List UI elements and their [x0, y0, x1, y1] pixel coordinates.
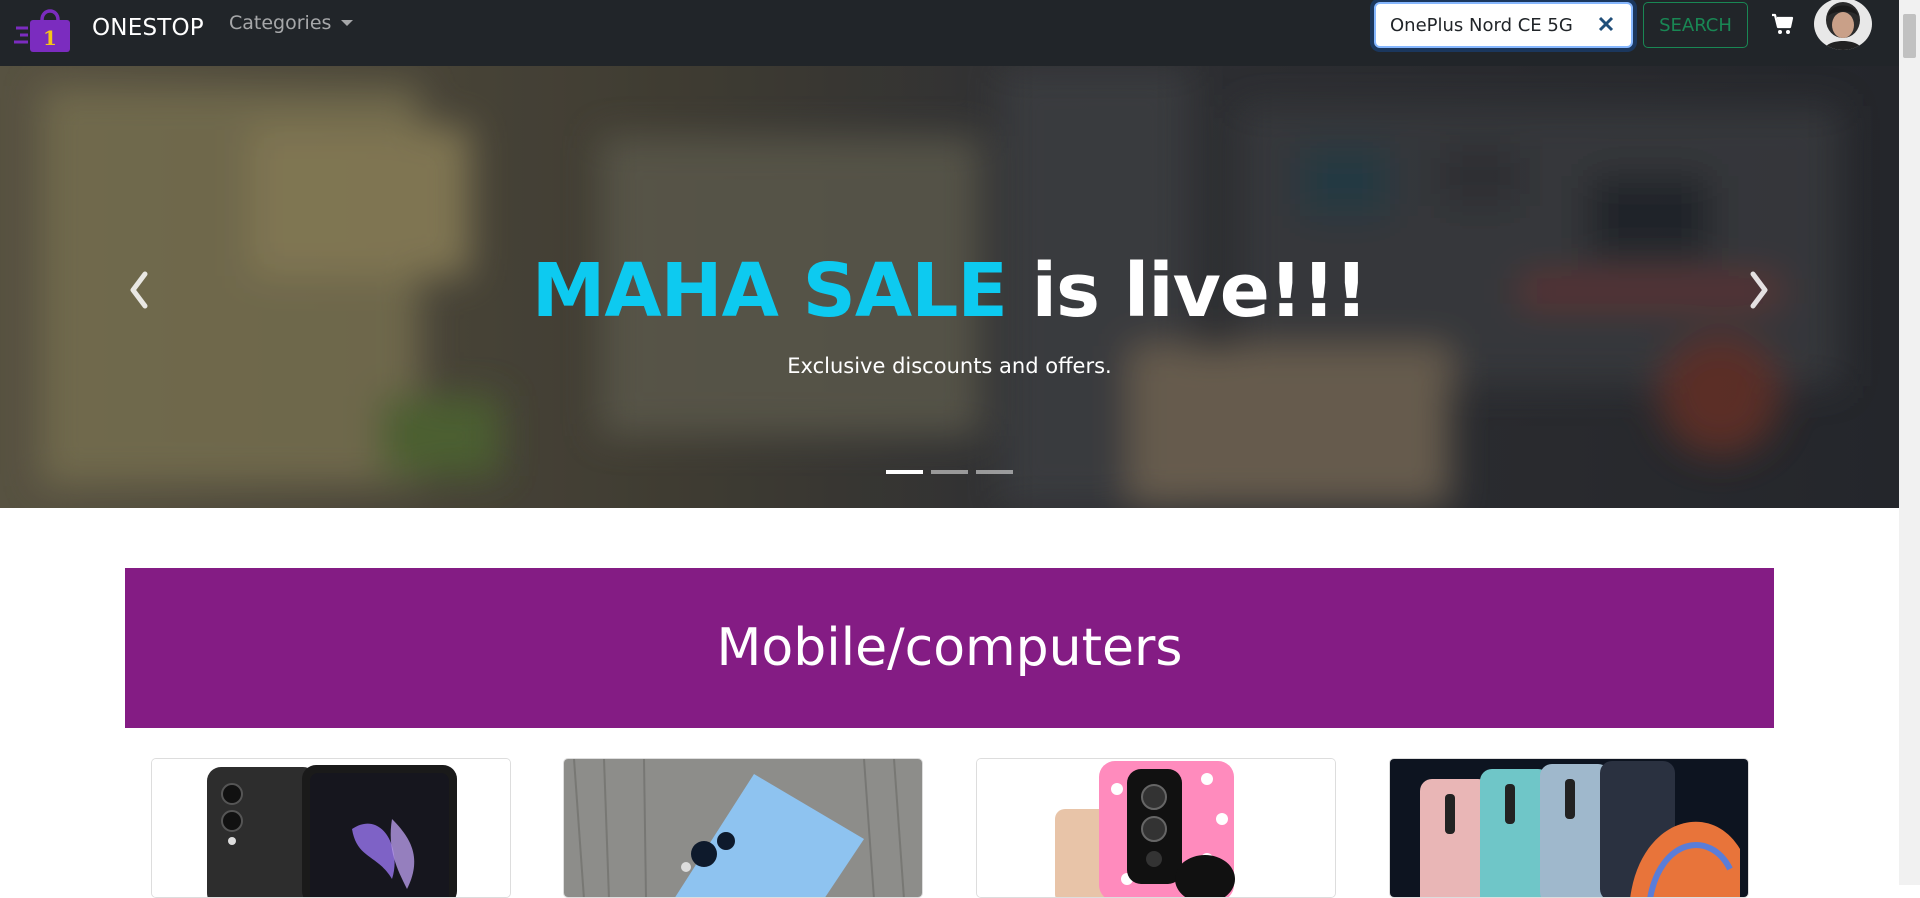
clear-search-icon[interactable] — [1595, 13, 1617, 35]
search-input[interactable] — [1390, 14, 1590, 36]
shopping-bag-logo-icon: 1 — [14, 9, 70, 52]
carousel-indicators — [886, 470, 1021, 474]
hero-title-rest: is live!!! — [1006, 248, 1369, 334]
search-button[interactable]: SEARCH — [1643, 2, 1748, 48]
carousel-indicator-2[interactable] — [931, 470, 968, 474]
scrollbar-thumb[interactable] — [1903, 14, 1916, 58]
hero-title: MAHA SALE is live!!! — [0, 254, 1899, 328]
product-card[interactable] — [151, 758, 511, 898]
avatar-icon — [1814, 0, 1872, 50]
section-title: Mobile/computers — [125, 568, 1774, 728]
page-scrollbar[interactable] — [1899, 0, 1920, 885]
brand-link[interactable]: 1 ONESTOP — [14, 2, 204, 54]
user-avatar[interactable] — [1814, 0, 1872, 50]
carousel-prev-icon[interactable] — [121, 266, 161, 314]
brand-name: ONESTOP — [92, 15, 204, 41]
product-card[interactable] — [563, 758, 923, 898]
categories-dropdown[interactable]: Categories — [229, 12, 354, 34]
phone-blue-back-image — [564, 759, 922, 897]
hero-carousel: MAHA SALE is live!!! Exclusive discounts… — [0, 66, 1899, 508]
product-card[interactable] — [1389, 758, 1749, 898]
carousel-next-icon[interactable] — [1737, 266, 1777, 314]
carousel-indicator-3[interactable] — [976, 470, 1013, 474]
phone-foldable-black-image — [152, 759, 510, 897]
hero-subtitle: Exclusive discounts and offers. — [787, 354, 1112, 378]
search-box — [1374, 2, 1633, 48]
carousel-indicator-1[interactable] — [886, 470, 923, 474]
cart-icon[interactable] — [1771, 12, 1795, 36]
phones-lineup-image — [1390, 759, 1748, 897]
navbar: 1 ONESTOP Categories SEARCH — [0, 0, 1899, 66]
hero-title-highlight: MAHA SALE — [531, 248, 1008, 334]
svg-text:1: 1 — [43, 26, 57, 50]
categories-label: Categories — [229, 12, 332, 34]
product-card[interactable] — [976, 758, 1336, 898]
phone-case-minnie-image — [977, 759, 1335, 897]
caret-down-icon — [341, 20, 354, 26]
